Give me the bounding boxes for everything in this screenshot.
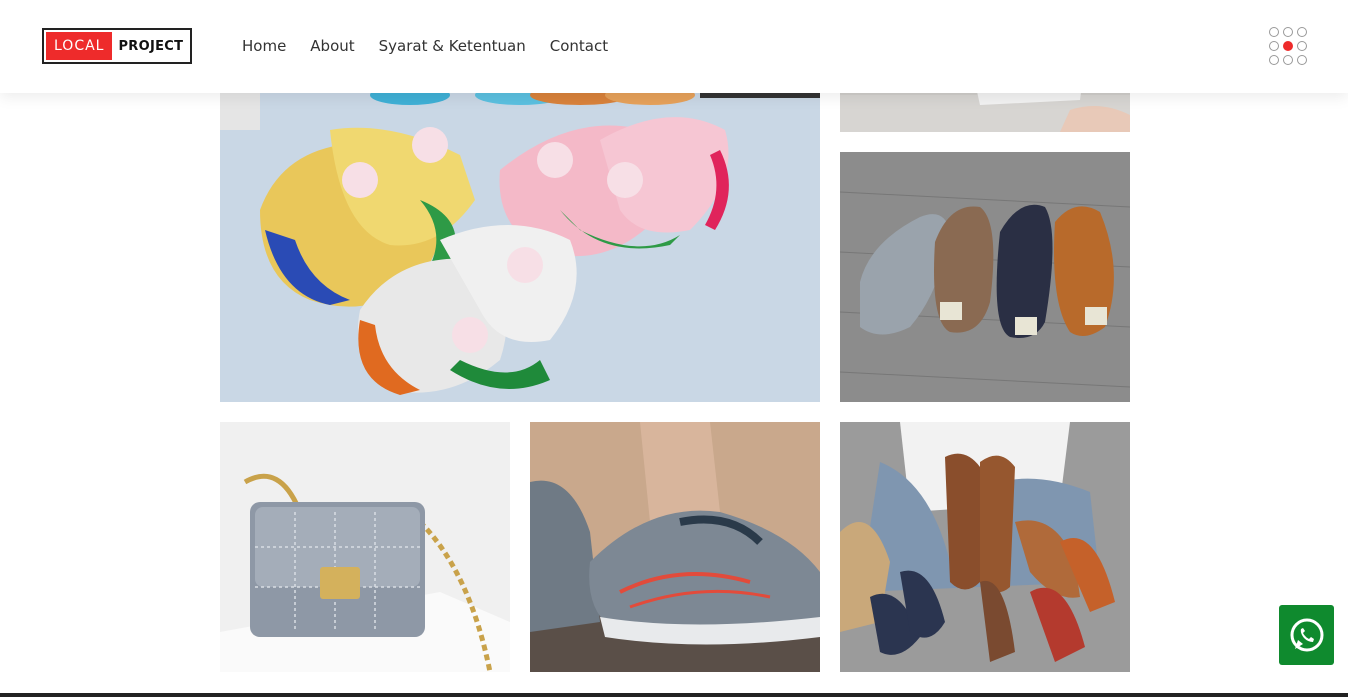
- menu-dot: [1269, 41, 1279, 51]
- site-logo[interactable]: LOCAL PROJECT: [42, 28, 192, 64]
- nav-syarat-ketentuan[interactable]: Syarat & Ketentuan: [379, 37, 526, 55]
- sandals-photo[interactable]: [840, 422, 1130, 672]
- menu-dot: [1297, 41, 1307, 51]
- menu-dot: [1269, 27, 1279, 37]
- grid-menu-icon[interactable]: [1269, 27, 1311, 67]
- flip-flops-photo[interactable]: [840, 152, 1130, 402]
- running-shoe-photo[interactable]: [530, 422, 820, 672]
- footer-divider: [0, 693, 1348, 697]
- kids-slides-photo[interactable]: [220, 60, 820, 402]
- menu-dot: [1297, 55, 1307, 65]
- nav-about[interactable]: About: [310, 37, 354, 55]
- menu-dot: [1269, 55, 1279, 65]
- nav-home[interactable]: Home: [242, 37, 286, 55]
- menu-dot-active: [1283, 41, 1293, 51]
- nav-contact[interactable]: Contact: [550, 37, 608, 55]
- logo-project-text: PROJECT: [118, 38, 184, 54]
- site-header: LOCAL PROJECT Home About Syarat & Ketent…: [0, 0, 1348, 93]
- menu-dot: [1283, 55, 1293, 65]
- menu-dot: [1297, 27, 1307, 37]
- whatsapp-icon: [1290, 618, 1323, 652]
- main-nav: Home About Syarat & Ketentuan Contact: [242, 37, 632, 55]
- logo-local-text: LOCAL: [46, 32, 113, 60]
- whatsapp-button[interactable]: [1279, 605, 1334, 665]
- menu-dot: [1283, 27, 1293, 37]
- handbag-photo[interactable]: [220, 422, 510, 672]
